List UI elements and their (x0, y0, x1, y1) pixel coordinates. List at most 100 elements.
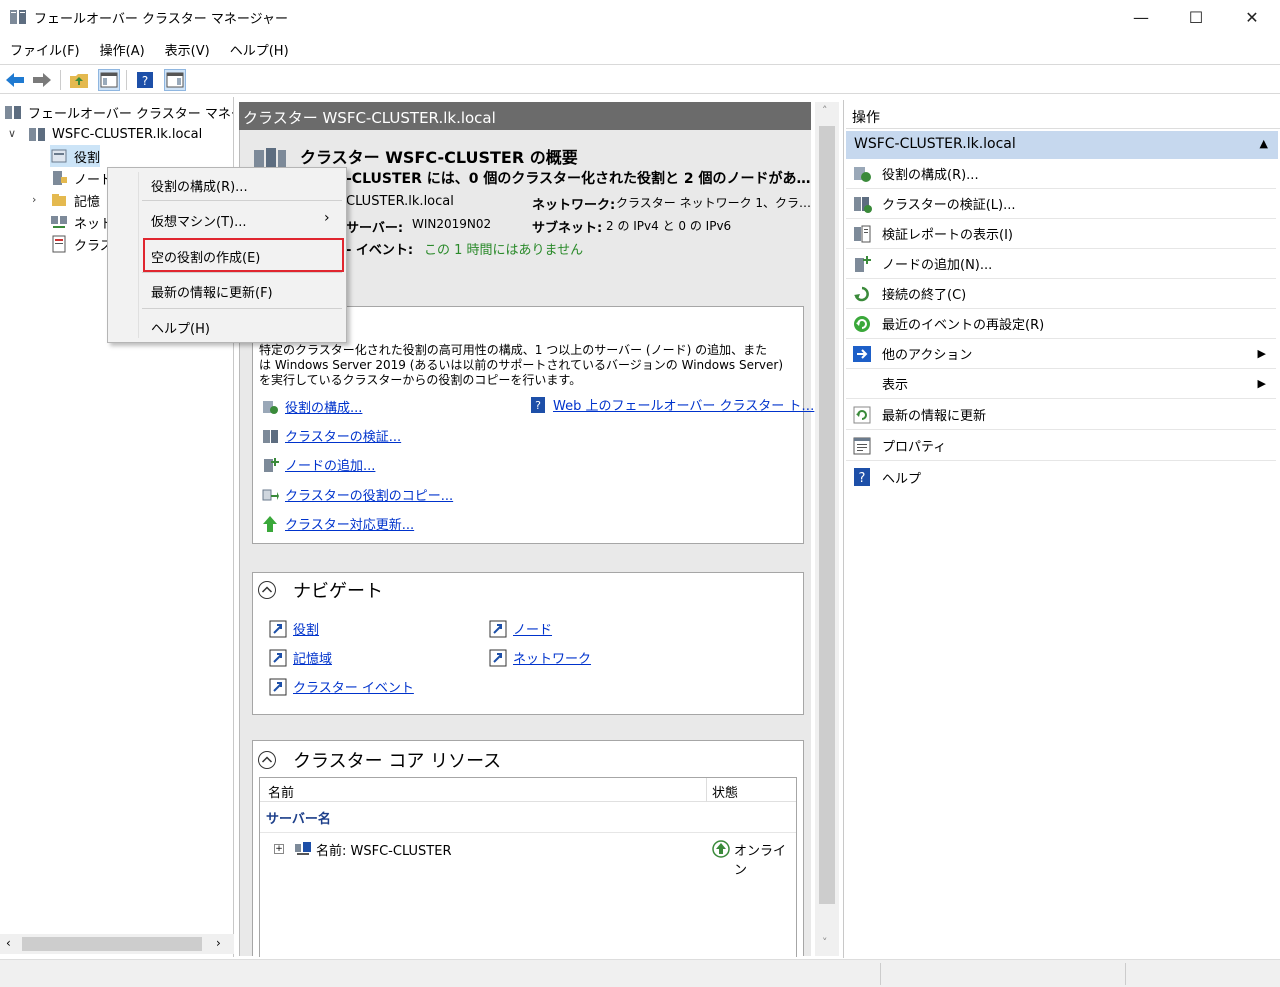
menu-action[interactable]: 操作(A) (90, 36, 155, 60)
link-web-failover[interactable]: ? Web 上のフェールオーバー クラスター ト… (529, 395, 814, 414)
maximize-button[interactable]: ☐ (1173, 0, 1219, 34)
show-tree-icon[interactable] (98, 69, 120, 91)
event-label: - イベント: (346, 243, 414, 258)
storage-icon (52, 194, 66, 206)
table-header: 名前 状態 (260, 778, 796, 802)
action-view[interactable]: 表示 ▶ (846, 369, 1276, 399)
expand-icon[interactable]: › (32, 193, 36, 206)
tree-item-roles[interactable]: 役割 (50, 145, 101, 167)
scrollbar-thumb[interactable] (819, 126, 835, 904)
tree-item-storage[interactable]: 記憶 (50, 189, 100, 211)
action-add-node[interactable]: ノードの追加(N)... (846, 249, 1276, 279)
collapse-icon[interactable] (257, 750, 277, 770)
scroll-down-icon[interactable]: ˅ (822, 936, 828, 949)
svg-text:?: ? (142, 74, 148, 88)
tree-cluster-label: WSFC-CLUSTER.lk.local (52, 126, 203, 142)
scrollbar-thumb[interactable] (22, 937, 202, 951)
row-name: 名前: WSFC-CLUSTER (316, 843, 452, 859)
shortcut-icon (489, 649, 507, 666)
context-item-refresh[interactable]: 最新の情報に更新(F) (151, 282, 273, 301)
server-value: WIN2019N02 (412, 217, 492, 231)
refresh-icon (853, 406, 871, 423)
nav-link-roles[interactable]: 役割 (269, 619, 319, 638)
action-label: 他のアクション (882, 348, 973, 363)
table-row[interactable]: + 名前: WSFC-CLUSTER オンライン (274, 838, 794, 878)
network-name-icon (295, 842, 311, 855)
context-item-help[interactable]: ヘルプ(H) (151, 318, 210, 337)
submenu-arrow-icon: › (324, 210, 330, 226)
copy-roles-icon (262, 489, 279, 500)
link-copy-roles[interactable]: クラスターの役割のコピー... (261, 485, 453, 504)
tree-item-nodes[interactable]: ノード (50, 167, 113, 189)
scroll-left-icon[interactable]: ‹ (6, 936, 11, 950)
close-button[interactable]: ✕ (1229, 0, 1275, 34)
add-node-icon (264, 457, 279, 472)
report-icon (854, 225, 871, 242)
action-label: ヘルプ (882, 471, 922, 487)
cluster-manager-icon (10, 10, 26, 24)
collapse-up-icon[interactable]: ▲ (1260, 137, 1268, 150)
up-folder-icon[interactable] (68, 69, 90, 91)
action-more-actions[interactable]: 他のアクション ▶ (846, 339, 1276, 369)
tree-item-networks[interactable]: ネット (50, 211, 113, 233)
menu-help[interactable]: ヘルプ(H) (220, 36, 299, 60)
center-vertical-scrollbar[interactable]: ˄ ˅ (815, 102, 839, 956)
shortcut-icon (269, 649, 287, 666)
action-view-report[interactable]: 検証レポートの表示(I) (846, 219, 1276, 249)
nav-link-nodes[interactable]: ノード (489, 619, 552, 638)
nav-link-networks[interactable]: ネットワーク (489, 648, 591, 667)
action-validate-cluster[interactable]: クラスターの検証(L)... (846, 189, 1276, 219)
link-add-node[interactable]: ノードの追加... (261, 455, 375, 474)
core-collapse[interactable]: クラスター コア リソース (257, 747, 501, 773)
link-configure-role[interactable]: 役割の構成... (261, 397, 362, 416)
tree-cluster[interactable]: WSFC-CLUSTER.lk.local (28, 123, 202, 145)
collapse-icon[interactable]: ∨ (8, 127, 16, 140)
back-icon[interactable] (4, 69, 26, 91)
nav-link-storage[interactable]: 記憶域 (269, 648, 332, 667)
action-close-connection[interactable]: 接続の終了(C) (846, 279, 1276, 309)
close-connection-icon (854, 286, 869, 301)
column-header-status[interactable]: 状態 (712, 782, 738, 801)
context-item-configure-role[interactable]: 役割の構成(R)... (151, 176, 248, 195)
actions-subheader[interactable]: WSFC-CLUSTER.lk.local ▲ (846, 131, 1278, 159)
configure-description-line: は Windows Server 2019 (あるいは以前のサポートされているバ… (259, 358, 784, 372)
menu-view[interactable]: 表示(V) (155, 36, 220, 60)
title-bar: フェールオーバー クラスター マネージャー — ☐ ✕ (0, 0, 1280, 34)
expand-row-icon[interactable]: + (274, 844, 284, 854)
tree-horizontal-scrollbar[interactable]: ‹ › (0, 934, 234, 954)
tree-root[interactable]: フェールオーバー クラスター マネージャ (4, 101, 233, 123)
network-icon (51, 216, 67, 228)
scroll-up-icon[interactable]: ˄ (822, 104, 828, 117)
scroll-right-icon[interactable]: › (216, 936, 221, 950)
action-label: 役割の構成(R)... (882, 168, 979, 183)
more-actions-icon (853, 345, 871, 362)
highlight-box (143, 238, 344, 272)
forward-icon[interactable] (31, 69, 53, 91)
action-refresh[interactable]: 最新の情報に更新 (846, 400, 1276, 430)
actions-header: 操作 (846, 103, 1280, 129)
window-title: フェールオーバー クラスター マネージャー (34, 12, 288, 27)
tree-item-events[interactable]: クラス (50, 233, 113, 255)
submenu-arrow-icon: ▶ (1257, 347, 1266, 360)
action-reset-events[interactable]: 最近のイベントの再設定(R) (846, 309, 1276, 339)
column-header-name[interactable]: 名前 (268, 782, 294, 801)
tree-root-label: フェールオーバー クラスター マネージャ (28, 106, 233, 122)
context-item-virtual-machine[interactable]: 仮想マシン(T)... (151, 211, 246, 230)
menu-bar: ファイル(F) 操作(A) 表示(V) ヘルプ(H) (0, 36, 1280, 60)
svg-text:?: ? (859, 471, 866, 486)
action-configure-role[interactable]: 役割の構成(R)... (846, 159, 1276, 189)
action-help[interactable]: ? ヘルプ (846, 462, 1276, 492)
nav-link-cluster-events[interactable]: クラスター イベント (269, 677, 414, 696)
help-icon[interactable]: ? (134, 69, 156, 91)
link-cluster-aware-updating[interactable]: クラスター対応更新... (261, 514, 414, 533)
menu-file[interactable]: ファイル(F) (0, 36, 90, 60)
minimize-button[interactable]: — (1118, 0, 1164, 34)
summary-line: -CLUSTER には、0 個のクラスター化された役割と 2 個のノードがあ… (346, 171, 811, 187)
tree-item-label: 記憶 (74, 194, 101, 210)
show-action-pane-icon[interactable] (164, 69, 186, 91)
link-validate-cluster[interactable]: クラスターの検証... (261, 426, 401, 445)
navigate-collapse[interactable]: ナビゲート (257, 577, 383, 603)
action-properties[interactable]: プロパティ (846, 431, 1276, 461)
row-status: オンライン (734, 844, 787, 878)
collapse-icon[interactable] (257, 580, 277, 600)
